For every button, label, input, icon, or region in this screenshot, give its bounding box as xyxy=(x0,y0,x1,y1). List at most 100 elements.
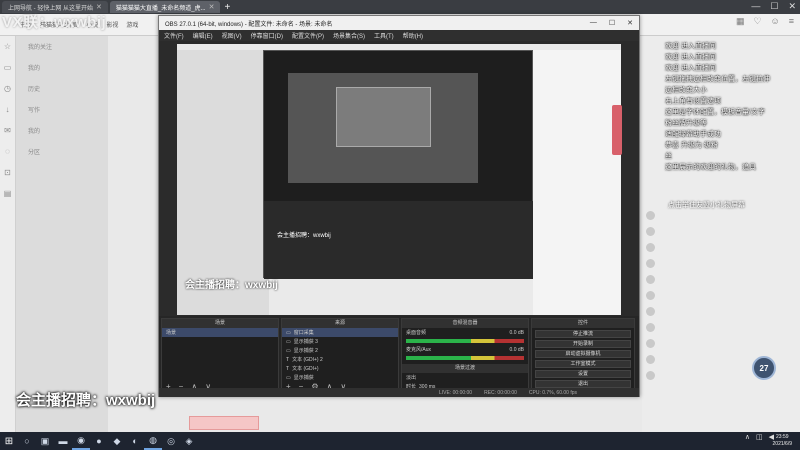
gift-banner[interactable] xyxy=(612,105,622,155)
browser-side-rail: ☆ ▭ ◷ ↓ ✉ ◌ ⊡ ▤ xyxy=(0,36,16,432)
source-item[interactable]: ▭ 显示捕获 xyxy=(282,373,398,382)
tab-label: 猫猫猫猫大直播_未命名频道_虎... xyxy=(115,5,206,12)
overlay-message: 欢迎 进入直播间 xyxy=(665,54,716,61)
rec-timer: REC: 00:00:00 xyxy=(484,389,517,396)
sidebar-item[interactable]: 我的 xyxy=(16,57,108,78)
channel-label: 桌面音频 xyxy=(406,330,427,336)
bookmark-item[interactable]: 影视 xyxy=(106,20,118,29)
obs-docks: 场景 场景 + − ∧ ∨ 来源 ▭ 窗口采集 ▭ 显示捕获 3 ▭ 显示捕获 2 T 文本 … xyxy=(159,316,639,396)
taskbar-clock[interactable]: 23:59 2021/6/9 xyxy=(773,434,792,448)
overlay-message: 丝 xyxy=(665,153,672,160)
nested-docks xyxy=(264,201,534,279)
browser-icon[interactable]: ◍ xyxy=(144,432,162,450)
clock-date: 2021/6/9 xyxy=(772,441,792,447)
menu-profile[interactable]: 配置文件(P) xyxy=(292,31,324,40)
browser-tab-live[interactable]: 猫猫猫猫大直播_未命名频道_虎... ✕ xyxy=(109,1,221,13)
overlay-message: 粉丝牌升级等 xyxy=(665,120,707,127)
dock-title: 控件 xyxy=(532,319,634,328)
mixer-dock: 音频混音器 桌面音频 0.0 dB 麦克风/Aux 0.0 dB 场景过渡 淡出 时… xyxy=(401,318,529,394)
nested-screen-capture: 会主播招聘：wxwbij 会主播招聘：wxwbij xyxy=(177,44,621,315)
stop-streaming-button[interactable]: 停止推流 xyxy=(535,330,631,338)
dock-title: 场景过渡 xyxy=(402,364,528,373)
transition-select[interactable]: 淡出 xyxy=(402,373,528,382)
book-icon[interactable]: ▭ xyxy=(4,63,12,72)
browser-tab-strip: 上网导航 - 轻快上网 从这里开始 ✕ 猫猫猫猫大直播_未命名频道_虎... ✕… xyxy=(0,0,800,14)
avatar xyxy=(646,322,655,332)
obs-window-controls: — ☐ ✕ xyxy=(590,19,633,27)
source-item[interactable]: ▭ 窗口采集 xyxy=(282,328,398,337)
source-item[interactable]: ▭ 显示捕获 3 xyxy=(282,337,398,346)
browser-icon[interactable]: ◐ xyxy=(126,432,144,450)
overlay-message: 欢迎 进入直播间 xyxy=(665,43,716,50)
menu-tools[interactable]: 工具(T) xyxy=(374,31,394,40)
minimize-icon[interactable]: — xyxy=(751,1,760,12)
close-icon[interactable]: ✕ xyxy=(788,1,796,12)
task-view-icon[interactable]: ▣ xyxy=(36,432,54,450)
maximize-icon[interactable]: ☐ xyxy=(770,1,778,12)
user-icon[interactable]: ☺ xyxy=(771,16,780,27)
bookmark-item[interactable]: 游戏 xyxy=(126,20,138,29)
app-icon[interactable]: ◈ xyxy=(180,432,198,450)
exit-button[interactable]: 退出 xyxy=(535,380,631,388)
viewer-count-badge[interactable]: 27 xyxy=(752,356,776,380)
start-recording-button[interactable]: 开始录制 xyxy=(535,340,631,348)
source-item[interactable]: ▭ 显示捕获 2 xyxy=(282,346,398,355)
minimize-icon[interactable]: — xyxy=(590,19,597,27)
mail-icon[interactable]: ✉ xyxy=(4,126,11,135)
clock-icon[interactable]: ◷ xyxy=(4,84,11,93)
close-icon[interactable]: ✕ xyxy=(96,3,102,11)
grid-icon[interactable]: ▦ xyxy=(736,16,745,27)
virtual-camera-button[interactable]: 启动虚拟摄像机 xyxy=(535,350,631,358)
maximize-icon[interactable]: ☐ xyxy=(609,19,615,27)
source-item[interactable]: T 文本 (GDI+) 2 xyxy=(282,355,398,364)
promo-banner[interactable] xyxy=(189,416,259,430)
heart-icon[interactable]: ♡ xyxy=(753,16,761,27)
menu-edit[interactable]: 编辑(E) xyxy=(193,31,213,40)
close-icon[interactable]: ✕ xyxy=(627,19,633,27)
folder-icon[interactable]: ▬ xyxy=(54,432,72,450)
menu-docks[interactable]: 停靠窗口(D) xyxy=(251,31,283,40)
source-item[interactable]: T 文本 (GDI+) xyxy=(282,364,398,373)
chat-icon[interactable]: ◌ xyxy=(5,147,10,156)
sidebar-item[interactable]: 历史 xyxy=(16,78,108,99)
network-icon[interactable]: ◫ xyxy=(756,433,763,441)
chevron-up-icon[interactable]: ∧ xyxy=(745,433,750,441)
clock-time: 23:59 xyxy=(776,434,789,440)
chat-icon[interactable]: ◆ xyxy=(108,432,126,450)
notes-icon[interactable]: ▤ xyxy=(4,189,12,198)
new-tab-button[interactable]: + xyxy=(224,2,230,13)
menu-icon[interactable]: ≡ xyxy=(789,16,794,27)
sidebar-item[interactable]: 分区 xyxy=(16,141,108,162)
obs-preview[interactable]: 会主播招聘：wxwbij 会主播招聘：wxwbij xyxy=(177,44,621,315)
nested-recruit-text: 会主播招聘：wxwbij xyxy=(185,280,278,291)
app-icon[interactable]: ◎ xyxy=(162,432,180,450)
settings-button[interactable]: 设置 xyxy=(535,370,631,378)
close-icon[interactable]: ✕ xyxy=(209,3,215,11)
monitor-icon: ▭ xyxy=(286,338,291,345)
download-icon[interactable]: ↓ xyxy=(6,105,10,114)
source-label: 文本 (GDI+) 2 xyxy=(292,357,323,363)
search-icon[interactable]: ○ xyxy=(18,432,36,450)
scene-item[interactable]: 场景 xyxy=(162,328,278,337)
menu-scene-collection[interactable]: 场景集合(S) xyxy=(333,31,365,40)
star-icon[interactable]: ☆ xyxy=(4,42,11,51)
overlay-message: 适配绿幕助手成功 xyxy=(665,131,721,138)
sidebar-item[interactable]: 我的关注 xyxy=(16,36,108,57)
source-label: 窗口采集 xyxy=(293,330,314,336)
avatar xyxy=(646,370,655,380)
sidebar-item[interactable]: 写作 xyxy=(16,99,108,120)
avatar xyxy=(646,290,655,300)
menu-help[interactable]: 帮助(H) xyxy=(403,31,423,40)
cart-icon[interactable]: ⊡ xyxy=(4,168,11,177)
windows-start-icon[interactable]: ⊞ xyxy=(0,432,18,450)
sidebar-item[interactable]: 我的 xyxy=(16,120,108,141)
chat-row xyxy=(646,272,796,286)
monitor-icon: ▭ xyxy=(286,374,291,381)
obs-icon[interactable]: ◉ xyxy=(72,432,90,450)
menu-view[interactable]: 视图(V) xyxy=(222,31,242,40)
studio-mode-button[interactable]: 工作室模式 xyxy=(535,360,631,368)
overlay-message: 左键拖拽边框改变位置，左键拉伸 xyxy=(665,76,770,83)
wechat-icon[interactable]: ● xyxy=(90,432,108,450)
menu-file[interactable]: 文件(F) xyxy=(164,31,184,40)
obs-status-bar: LIVE: 00:00:00 REC: 00:00:00 CPU: 0.7%, … xyxy=(159,388,639,397)
